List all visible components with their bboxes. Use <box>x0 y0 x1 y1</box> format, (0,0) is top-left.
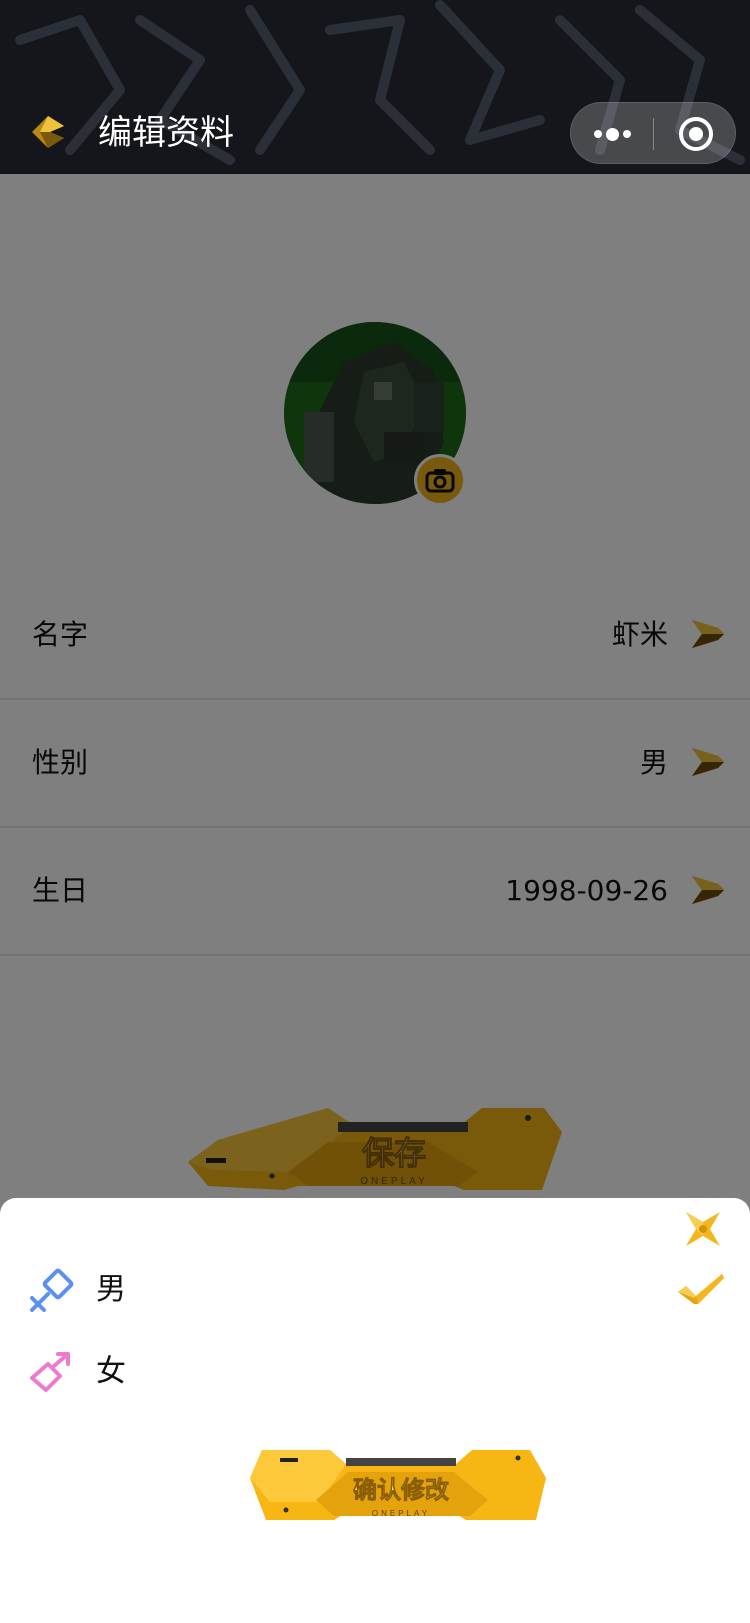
gender-option-female[interactable]: 女 <box>0 1332 750 1412</box>
back-arrow-icon <box>32 116 64 148</box>
confirm-button-label: 确认修改 <box>353 1477 449 1504</box>
mini-program-capsule <box>570 102 736 164</box>
confirm-button[interactable]: 确认修改 ONEPLAY <box>250 1442 552 1522</box>
nav-header: 编辑资料 <box>0 0 750 174</box>
female-symbol-icon <box>30 1352 70 1392</box>
gender-option-male[interactable]: 男 <box>0 1250 750 1330</box>
confirm-button-sub: ONEPLAY <box>372 1509 430 1518</box>
check-icon <box>678 1274 724 1304</box>
close-icon[interactable] <box>684 1210 722 1248</box>
male-symbol-icon <box>30 1268 74 1312</box>
gender-option-label: 女 <box>96 1354 126 1389</box>
page-title: 编辑资料 <box>98 113 234 153</box>
more-dots-icon[interactable] <box>571 103 654 165</box>
back-button[interactable] <box>26 110 70 154</box>
gender-picker-sheet: 男 女 确认修改 ONEPLAY <box>0 1198 750 1623</box>
gender-option-label: 男 <box>96 1272 126 1307</box>
target-circle-icon[interactable] <box>654 103 737 165</box>
